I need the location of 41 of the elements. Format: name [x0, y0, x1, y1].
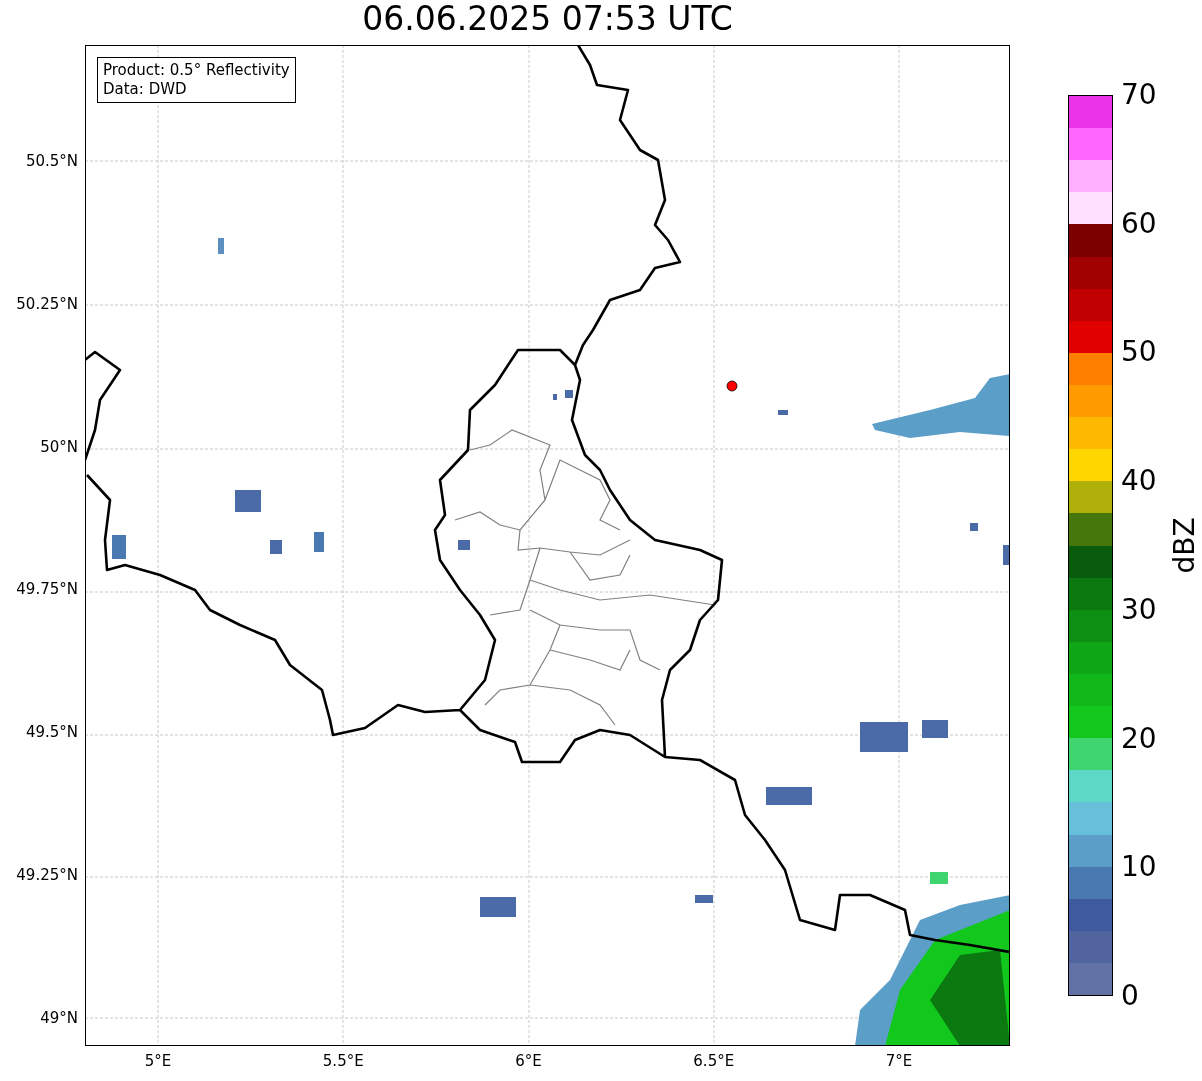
colorbar-label: dBZ: [1167, 517, 1201, 574]
radar-echo: [458, 540, 470, 550]
radar-echo: [112, 535, 126, 559]
radar-echo: [553, 394, 557, 400]
colorbar-tick-label: 30: [1121, 594, 1157, 625]
longitude-label: 7°E: [885, 1052, 913, 1070]
colorbar-tick-label: 40: [1121, 466, 1157, 497]
radar-echo: [480, 897, 516, 917]
colorbar-tick-label: 0: [1121, 981, 1139, 1011]
latitude-label: 49.75°N: [16, 580, 78, 599]
radar-echo: [270, 540, 282, 554]
radar-echo: [970, 523, 978, 531]
longitude-label: 5°E: [144, 1052, 172, 1070]
radar-echo: [695, 895, 713, 903]
latitude-label: 50.5°N: [25, 152, 78, 170]
radar-echo: [235, 490, 261, 512]
radar-echo: [1003, 545, 1009, 565]
colorbar-tick-label: 70: [1121, 80, 1157, 110]
colorbar-tick-label: 10: [1121, 852, 1157, 883]
radar-echo: [922, 720, 948, 738]
longitude-label: 6°E: [515, 1052, 542, 1070]
latitude-label: 49°N: [40, 1008, 78, 1027]
latitude-label: 49.25°N: [16, 866, 78, 884]
radar-echo: [314, 532, 324, 552]
colorbar-tick-label: 60: [1121, 208, 1157, 239]
radar-echo: [766, 787, 812, 805]
chart-title: 06.06.2025 07:53 UTC: [362, 0, 733, 40]
colorbar-tick-label: 20: [1121, 723, 1157, 754]
latitude-label: 49.5°N: [25, 723, 78, 742]
info-text: Data: DWD: [103, 80, 188, 99]
latitude-label: 50°N: [40, 437, 78, 456]
radar-site-marker: [726, 380, 738, 392]
longitude-label: 5.5°E: [322, 1052, 364, 1070]
radar-echo: [778, 410, 788, 415]
latitude-label: 50.25°N: [16, 294, 78, 313]
longitude-label: 6.5°E: [693, 1052, 735, 1070]
info-text: Product: 0.5° Reflectivity: [103, 61, 290, 80]
radar-echo: [860, 722, 908, 752]
colorbar-tick-label: 50: [1121, 337, 1157, 368]
radar-echo: [930, 872, 948, 884]
radar-echo: [218, 238, 224, 254]
